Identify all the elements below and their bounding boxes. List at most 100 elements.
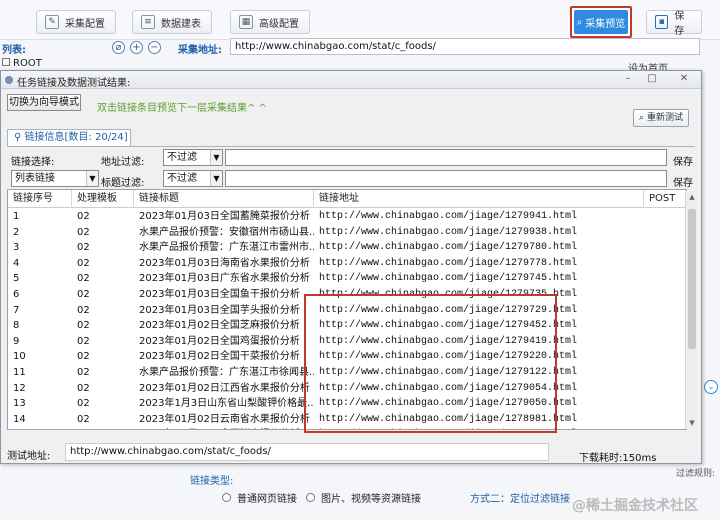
title-filter-input[interactable] xyxy=(225,170,667,187)
cell-template: 02 xyxy=(77,413,90,425)
cell-title: 水果产品报价预警：广东湛江市雷州市... xyxy=(139,242,314,254)
cell-template: 02 xyxy=(77,351,90,363)
table-row[interactable]: 14 02 2023年01月02日云南省水果报价分析 http://www.china… xyxy=(8,412,686,428)
chevron-down-icon[interactable]: ⌄ xyxy=(704,380,718,394)
tab-link-info[interactable]: ⚲ 链接信息[数目: 20/24] xyxy=(7,129,131,146)
radio-icon xyxy=(222,493,231,502)
cell-url: http://www.chinabgao.com/jiage/1279122.h… xyxy=(319,367,578,378)
minimize-icon[interactable]: – xyxy=(621,73,635,86)
col-header-title[interactable]: 链接标题 xyxy=(134,190,314,208)
table-row[interactable]: 15022023年01月02日全国猪肉报价分析http://www.chinab… xyxy=(8,427,686,429)
cell-template: 02 xyxy=(77,211,90,222)
remove-icon[interactable]: − xyxy=(148,41,161,54)
maximize-icon[interactable]: □ xyxy=(645,73,659,86)
search-icon: ⌕ xyxy=(576,16,583,28)
table-row[interactable]: 13 02 2023年1月3日山东省山梨酸钾价格最... http://www.chi… xyxy=(8,396,686,412)
root-label: ROOT xyxy=(13,58,42,69)
chevron-down-icon: ▼ xyxy=(210,150,222,165)
add-icon[interactable]: + xyxy=(130,41,143,54)
method-text: 方式二：定位过滤链接 xyxy=(470,494,570,505)
table-row[interactable]: 1 02 2023年01月03日全国蓄腌菜报价分析 http://www.chinab… xyxy=(8,209,686,225)
table-row[interactable]: 8 02 2023年01月02日全国芝麻报价分析 http://www.chinabg… xyxy=(8,318,686,334)
cell-title: 2023年01月03日海南省水果报价分析 xyxy=(139,257,310,269)
cell-title: 2023年1月3日山东省山梨酸钾价格最... xyxy=(139,398,314,410)
save-button[interactable]: ▪ 保存 xyxy=(646,10,702,37)
cell-no: 14 xyxy=(13,413,26,425)
collect-config-button[interactable]: ✎ 采集配置 xyxy=(36,10,116,34)
edit-icon: ✎ xyxy=(45,15,59,29)
cell-url: http://www.chinabgao.com/jiage/1279780.h… xyxy=(319,242,578,254)
table-row[interactable]: 11 02 水果产品报价预警：广东湛江市徐闻县... http://www.china… xyxy=(8,365,686,381)
collect-preview-button[interactable]: ⌕ 采集预览 xyxy=(570,6,632,38)
save-icon: ▪ xyxy=(655,15,669,29)
retest-label: 重新测试 xyxy=(646,113,683,123)
cell-url: http://www.chinabgao.com/jiage/1279452.h… xyxy=(319,320,578,332)
address-filter-label: 地址过滤: xyxy=(101,157,145,168)
col-header-url[interactable]: 链接地址 xyxy=(314,190,644,208)
test-url-field[interactable]: http://www.chinabgao.com/stat/c_foods/ xyxy=(65,443,549,461)
cell-title: 2023年01月03日全国芋头报价分析 xyxy=(139,304,300,316)
table-row[interactable]: 7 02 2023年01月03日全国芋头报价分析 http://www.chinabg… xyxy=(8,303,686,319)
cell-no: 15 xyxy=(8,427,72,429)
chevron-down-icon: ▼ xyxy=(86,171,98,186)
cell-title: 2023年01月03日全国鱼干报价分析 xyxy=(139,289,300,300)
radio-normal-link[interactable]: 普通网页链接 xyxy=(222,490,297,505)
col-header-post[interactable]: POST xyxy=(644,190,686,208)
cell-title: 水果产品报价预警：广东湛江市徐闻县... xyxy=(139,367,314,378)
dialog-title: 任务链接及数据测试结果: xyxy=(17,78,131,89)
table-header: 链接序号 处理模板 链接标题 链接地址 POST xyxy=(8,190,686,208)
cell-no: 9 xyxy=(13,335,20,347)
address-filter-select[interactable]: 不过滤 ▼ xyxy=(163,149,223,166)
folder-icon xyxy=(2,58,10,66)
col-header-no[interactable]: 链接序号 xyxy=(8,190,72,208)
table-row[interactable]: 9 02 2023年01月02日全国鸡蛋报价分析 http://www.chinabg… xyxy=(8,334,686,350)
cell-title: 2023年01月02日全国干菜报价分析 xyxy=(139,351,300,363)
retest-button[interactable]: ⌕ 重新测试 xyxy=(633,109,689,127)
top-toolbar: ✎ 采集配置 ≡ 数据建表 ▦ 高级配置 ⌕ 采集预览 ▪ 保存 xyxy=(0,0,720,40)
chevron-down-icon: ▼ xyxy=(210,171,222,186)
cell-no: 6 xyxy=(13,289,20,300)
data-table-label: 数据建表 xyxy=(161,18,201,30)
data-table-button[interactable]: ≡ 数据建表 xyxy=(132,10,212,34)
cell-url: http://www.chinabgao.com/jiage/1279745.h… xyxy=(319,273,578,285)
table-row[interactable]: 4 02 2023年01月03日海南省水果报价分析 http://www.chinab… xyxy=(8,256,686,272)
title-filter-select[interactable]: 不过滤 ▼ xyxy=(163,170,223,187)
title-filter-save[interactable]: 保存 xyxy=(673,174,693,189)
tree-root-node[interactable]: ROOT xyxy=(2,58,42,69)
close-icon[interactable]: ✕ xyxy=(677,73,691,86)
vertical-scrollbar[interactable]: ▲ ▼ xyxy=(685,191,697,429)
col-header-template[interactable]: 处理模板 xyxy=(72,190,134,208)
filter-icon[interactable]: ⌀ xyxy=(112,41,125,54)
table-row[interactable]: 5 02 2023年01月03日广东省水果报价分析 http://www.chinab… xyxy=(8,271,686,287)
address-filter-input[interactable] xyxy=(225,149,667,166)
cell-template: 02 xyxy=(77,226,90,238)
table-row[interactable]: 10 02 2023年01月02日全国干菜报价分析 http://www.chinab… xyxy=(8,349,686,365)
scroll-down-icon[interactable]: ▼ xyxy=(686,417,698,429)
cell-url: http://www.chinabgao.com/jiage/1279938.h… xyxy=(319,226,578,238)
save-label: 保存 xyxy=(674,11,685,37)
collect-url-field[interactable]: http://www.chinabgao.com/stat/c_foods/ xyxy=(230,38,700,55)
scroll-thumb[interactable] xyxy=(688,209,696,349)
cell-title: 2023年01月02日全国鸡蛋报价分析 xyxy=(139,335,300,347)
address-filter-value: 不过滤 xyxy=(167,152,197,163)
link-test-dialog: 任务链接及数据测试结果: – □ ✕ 切换为向导模式 双击链接条目预览下一层采集… xyxy=(0,70,702,464)
advanced-config-label: 高级配置 xyxy=(259,18,299,30)
table-row[interactable]: 12 02 2023年01月02日江西省水果报价分析 http://www.china… xyxy=(8,381,686,397)
table-row[interactable]: 3 02 水果产品报价预警：广东湛江市雷州市... http://www.chinab… xyxy=(8,240,686,256)
radio-media-link[interactable]: 图片、视频等资源链接 xyxy=(306,490,421,505)
collect-preview-label: 采集预览 xyxy=(585,18,626,30)
cell-no: 5 xyxy=(13,273,20,285)
collect-url-label: 采集地址: xyxy=(178,45,222,56)
link-table: 链接序号 处理模板 链接标题 链接地址 POST 1 02 2023年01月03日全… xyxy=(7,189,687,430)
cell-template: 02 xyxy=(72,427,134,429)
link-select-dropdown[interactable]: 列表链接 ▼ xyxy=(11,170,99,187)
cell-template: 02 xyxy=(77,257,90,269)
table-row[interactable]: 6 02 2023年01月03日全国鱼干报价分析 http://www.chinabg… xyxy=(8,287,686,303)
address-filter-save[interactable]: 保存 xyxy=(673,153,693,168)
table-row[interactable]: 2 02 水果产品报价预警：安徽宿州市砀山县... http://www.chinab… xyxy=(8,225,686,241)
advanced-config-button[interactable]: ▦ 高级配置 xyxy=(230,10,310,34)
radio-normal-label: 普通网页链接 xyxy=(237,494,297,505)
scroll-up-icon[interactable]: ▲ xyxy=(686,191,698,203)
cell-no: 8 xyxy=(13,320,20,332)
switch-wizard-button[interactable]: 切换为向导模式 xyxy=(7,94,81,111)
